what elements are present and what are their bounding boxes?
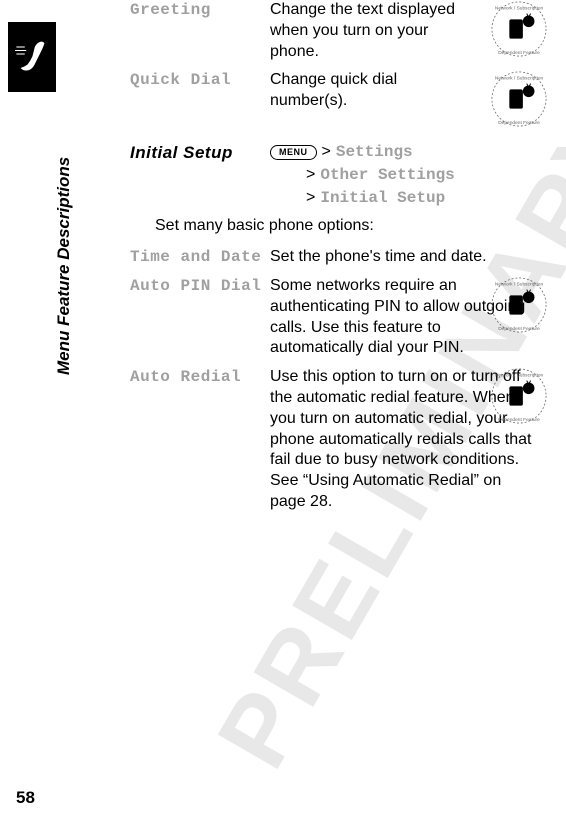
svg-text:Network / Subscription: Network / Subscription (495, 373, 544, 379)
breadcrumb-initial-setup: MENU > Settings > Other Settings > Initi… (270, 142, 455, 208)
gt-2: > (306, 165, 315, 186)
label-time-date: Time and Date (130, 247, 270, 268)
page-number: 58 (16, 788, 35, 808)
label-auto-pin: Auto PIN Dial (130, 276, 270, 359)
svg-text:Network / Subscription: Network / Subscription (495, 282, 544, 288)
label-greeting: Greeting (130, 0, 270, 62)
menu-button: MENU (270, 145, 317, 161)
breadcrumb-settings: Settings (336, 142, 413, 163)
intro-text: Set many basic phone options: (155, 216, 546, 237)
breadcrumb-line-3: > Initial Setup (270, 188, 455, 209)
left-column (8, 22, 58, 92)
main-content: Greeting Change the text displayed when … (130, 0, 546, 521)
phone-icon (8, 22, 56, 92)
breadcrumb-other-settings: Other Settings (320, 165, 454, 186)
label-quick-dial: Quick Dial (130, 70, 270, 112)
row-auto-redial: Auto Redial Use this option to turn on o… (130, 367, 546, 513)
row-greeting: Greeting Change the text displayed when … (130, 0, 546, 62)
svg-text:Dependent Feature: Dependent Feature (498, 50, 540, 56)
svg-text:Network / Subscription: Network / Subscription (495, 76, 544, 82)
svg-text:Dependent Feature: Dependent Feature (498, 326, 540, 332)
network-subscription-icon: Network / Subscription Dependent Feature (490, 276, 548, 334)
label-auto-redial: Auto Redial (130, 367, 270, 513)
row-quick-dial: Quick Dial Change quick dial number(s). … (130, 70, 546, 112)
network-subscription-icon: Network / Subscription Dependent Feature (490, 367, 548, 425)
desc-time-date: Set the phone's time and date. (270, 247, 546, 268)
breadcrumb-line-2: > Other Settings (270, 165, 455, 186)
row-initial-setup: Initial Setup MENU > Settings > Other Se… (130, 142, 546, 208)
breadcrumb-line-1: MENU > Settings (270, 142, 455, 163)
phone-handset-icon (15, 35, 50, 80)
label-initial-setup: Initial Setup (130, 142, 270, 208)
row-time-date: Time and Date Set the phone's time and d… (130, 247, 546, 268)
breadcrumb-initial-setup: Initial Setup (320, 188, 445, 209)
row-auto-pin: Auto PIN Dial Some networks require an a… (130, 276, 546, 359)
gt-3: > (306, 188, 315, 209)
svg-text:Network / Subscription: Network / Subscription (495, 6, 544, 12)
section-title: Menu Feature Descriptions (54, 157, 74, 375)
network-subscription-icon: Network / Subscription Dependent Feature (490, 0, 548, 58)
svg-text:Dependent Feature: Dependent Feature (498, 121, 540, 127)
gt-1: > (322, 142, 331, 163)
svg-text:Dependent Feature: Dependent Feature (498, 417, 540, 423)
network-subscription-icon: Network / Subscription Dependent Feature (490, 70, 548, 128)
